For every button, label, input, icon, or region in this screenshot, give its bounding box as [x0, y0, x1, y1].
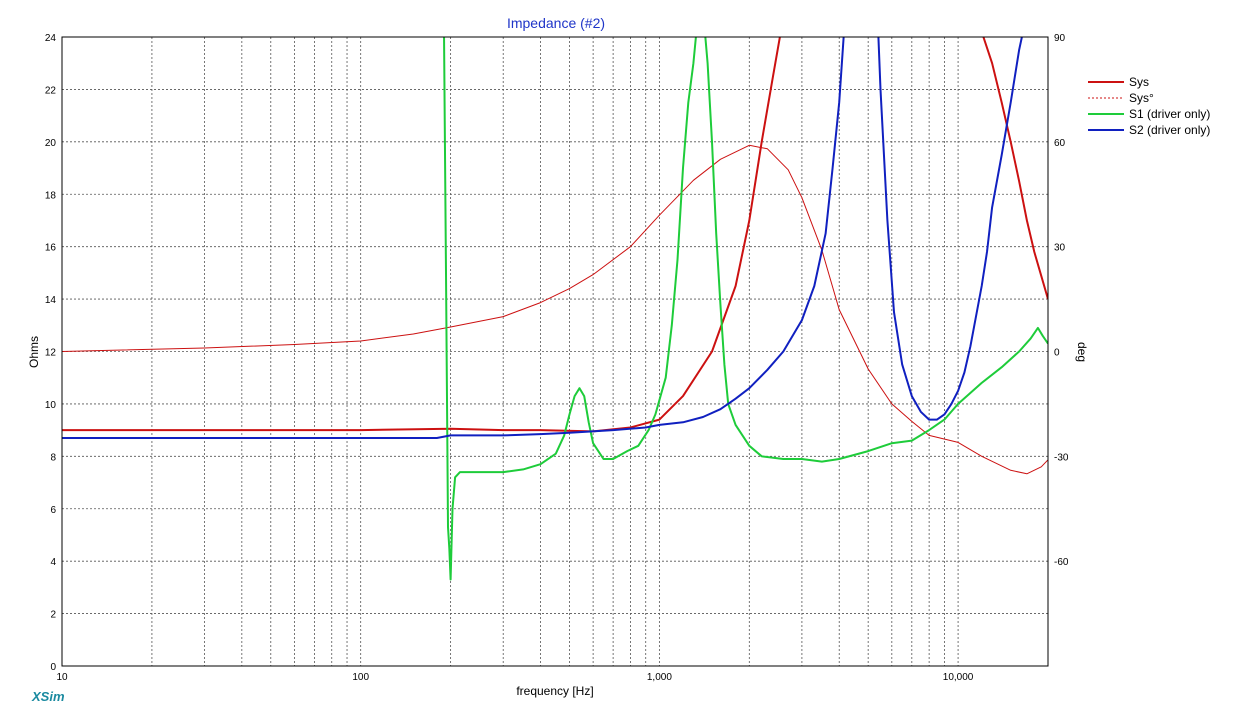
y2-tick-label: 90 — [1054, 33, 1066, 44]
x-tick-label: 100 — [352, 672, 369, 683]
y2-tick-label: 0 — [1054, 348, 1060, 359]
y-axis-label: Ohms — [27, 336, 41, 368]
y2-tick-label: 60 — [1054, 138, 1066, 149]
x-axis-label: frequency [Hz] — [516, 684, 593, 698]
legend-label-s1-driver-only: S1 (driver only) — [1129, 107, 1210, 121]
x-tick-labels: 10 100 1,000 10,000 — [56, 672, 973, 683]
brand-logo: XSim — [31, 689, 65, 704]
y2-tick-label: -30 — [1054, 452, 1069, 463]
y-tick-label: 22 — [45, 85, 57, 96]
series-line-sys — [62, 37, 781, 433]
y-tick-label: 2 — [50, 610, 56, 621]
series-line-s2-driver-only — [62, 37, 845, 439]
y-tick-label: 6 — [50, 505, 56, 516]
y-tick-label: 4 — [50, 557, 56, 568]
x-tick-label: 10 — [56, 672, 68, 683]
y2-tick-labels: 90 60 30 0 -30 -60 — [1054, 33, 1069, 568]
y-tick-label: 24 — [45, 33, 57, 44]
y2-tick-label: -60 — [1054, 557, 1069, 568]
y-tick-label: 12 — [45, 348, 57, 359]
x-tick-label: 10,000 — [943, 672, 974, 683]
y-tick-label: 8 — [50, 452, 56, 463]
y-tick-labels: 024681012141618202224 — [45, 33, 57, 673]
impedance-chart: Impedance (#2) 10 100 1,000 10,000 02468101… — [27, 15, 1210, 704]
series-line-s1-driver-only — [443, 37, 1048, 581]
y-tick-label: 10 — [45, 400, 57, 411]
legend-label-sys: Sys — [1129, 75, 1149, 89]
y-tick-label: 16 — [45, 243, 57, 254]
y2-axis-label: deg — [1075, 342, 1089, 362]
legend-label-s2-driver-only: S2 (driver only) — [1129, 123, 1210, 137]
y-tick-label: 14 — [45, 295, 57, 306]
x-tick-label: 1,000 — [647, 672, 672, 683]
y2-tick-label: 30 — [1054, 243, 1066, 254]
legend-label-sys-phase: Sys° — [1129, 91, 1154, 105]
y-tick-label: 0 — [50, 662, 56, 673]
y-tick-label: 18 — [45, 190, 57, 201]
y-tick-label: 20 — [45, 138, 57, 149]
chart-title: Impedance (#2) — [507, 15, 605, 31]
legend: Sys Sys° S1 (driver only) S2 (driver only) — [1088, 75, 1210, 137]
series-layer — [62, 37, 1048, 581]
series-line-s2-driver-only — [877, 37, 1023, 421]
